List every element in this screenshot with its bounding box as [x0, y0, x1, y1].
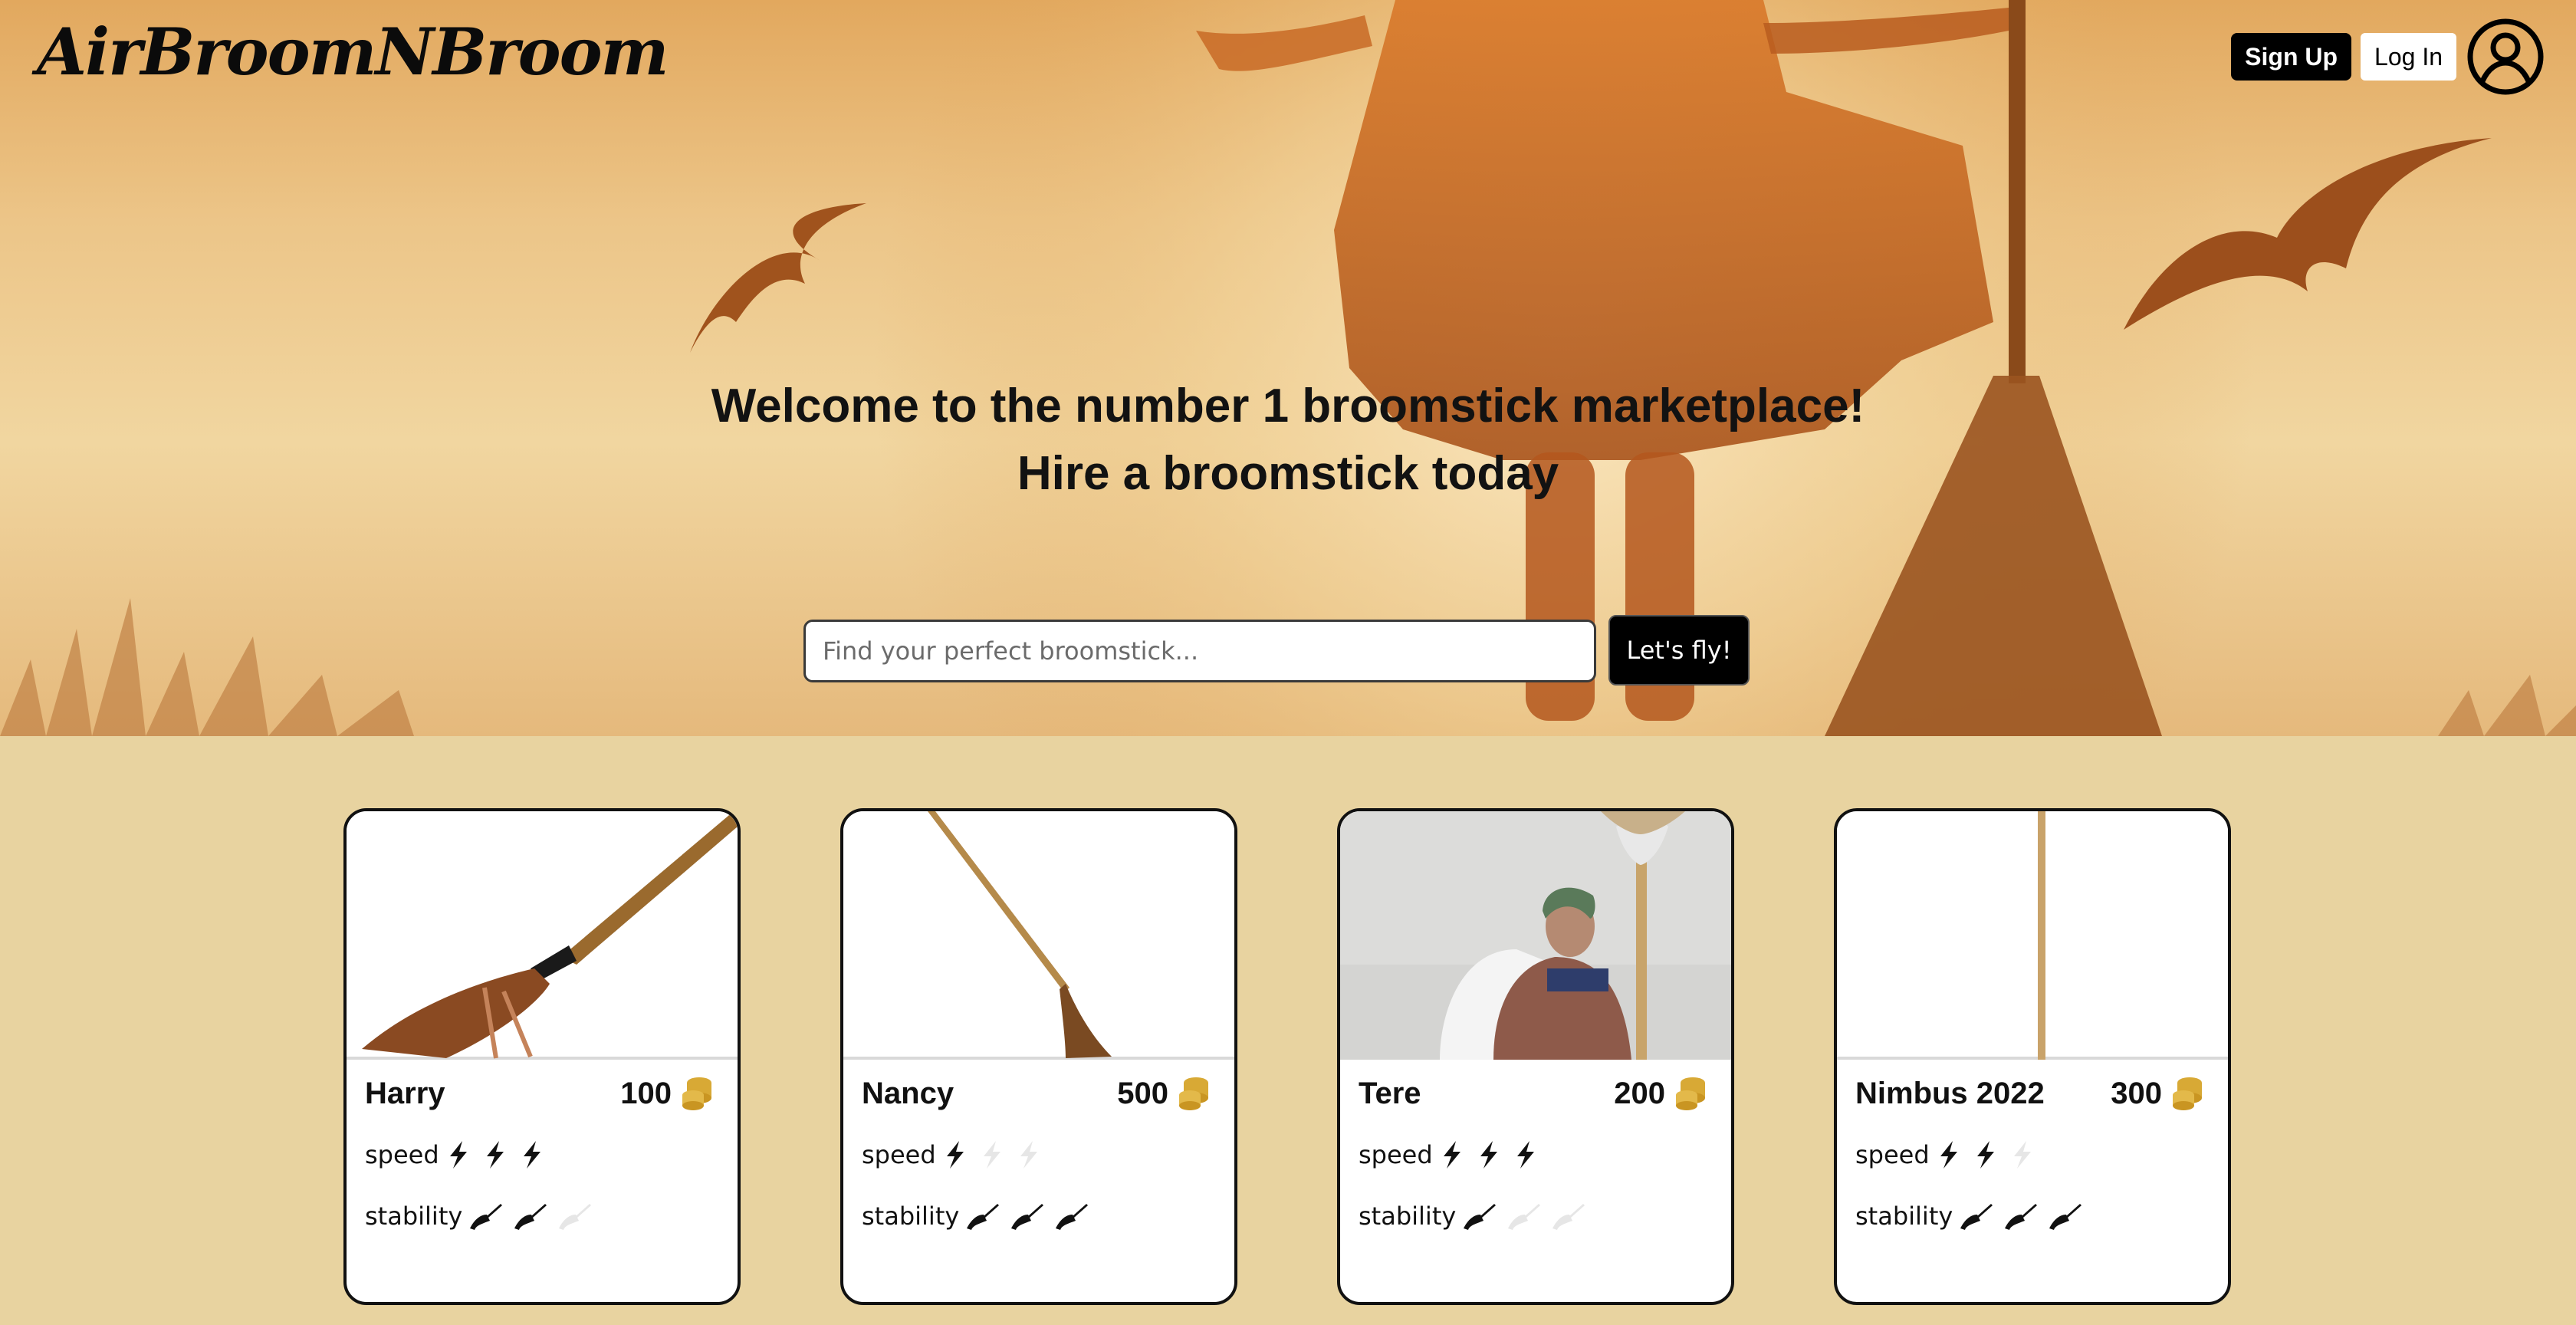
broom-icon	[967, 1204, 1000, 1230]
lightning-bolt-icon	[486, 1141, 504, 1169]
listing-card[interactable]: Nimbus 2022 300 speed stability	[1834, 808, 2231, 1305]
lightning-bolt-icon	[1020, 1141, 1037, 1169]
coins-icon	[1179, 1077, 1208, 1110]
listing-image	[1837, 811, 2228, 1060]
stability-label: stability	[862, 1202, 960, 1231]
lightning-bolt-icon	[523, 1141, 540, 1169]
coins-icon	[2173, 1077, 2202, 1110]
search-button[interactable]: Let's fly!	[1608, 615, 1750, 686]
speed-label: speed	[1359, 1140, 1433, 1169]
stability-label: stability	[1359, 1202, 1457, 1231]
lightning-bolt-icon	[1976, 1141, 1994, 1169]
coins-icon	[1676, 1077, 1705, 1110]
speed-label: speed	[862, 1140, 936, 1169]
stability-rating: stability	[365, 1201, 602, 1231]
broom-icon	[1960, 1204, 1993, 1230]
listing-image	[347, 811, 738, 1060]
broom-icon	[1011, 1204, 1044, 1230]
lightning-bolt-icon	[1516, 1141, 1534, 1169]
broom-icon	[1508, 1204, 1541, 1230]
broom-icon	[2005, 1204, 2038, 1230]
user-circle-icon[interactable]	[2466, 17, 2545, 97]
stability-rating: stability	[1359, 1201, 1595, 1231]
listing-price: 300	[2111, 1077, 2162, 1110]
lightning-bolt-icon	[1480, 1141, 1497, 1169]
listing-card[interactable]: Harry 100 speed stability	[343, 808, 741, 1305]
hero-subheadline: Hire a broomstick today	[1017, 447, 1559, 500]
speed-label: speed	[1855, 1140, 1930, 1169]
site-logo[interactable]: AirBroomNBroom	[37, 14, 669, 90]
speed-label: speed	[365, 1140, 439, 1169]
stability-rating: stability	[1855, 1201, 2092, 1231]
log-in-button[interactable]: Log In	[2361, 33, 2456, 81]
listing-image	[843, 811, 1234, 1060]
broom-icon	[2049, 1204, 2082, 1230]
speed-rating: speed	[1855, 1139, 2046, 1170]
listing-price: 500	[1117, 1077, 1168, 1110]
search-input[interactable]	[803, 620, 1596, 682]
listing-name: Tere	[1359, 1077, 1421, 1110]
sign-up-button[interactable]: Sign Up	[2231, 33, 2352, 81]
listing-price: 100	[620, 1077, 672, 1110]
broom-icon	[1552, 1204, 1585, 1230]
stability-label: stability	[1855, 1202, 1953, 1231]
speed-rating: speed	[1359, 1139, 1549, 1170]
lightning-bolt-icon	[946, 1141, 964, 1169]
listing-name: Nimbus 2022	[1855, 1077, 2045, 1110]
broom-icon	[1056, 1204, 1089, 1230]
speed-rating: speed	[365, 1139, 556, 1170]
lightning-bolt-icon	[983, 1141, 1001, 1169]
stability-label: stability	[365, 1202, 463, 1231]
lightning-bolt-icon	[2013, 1141, 2031, 1169]
lightning-bolt-icon	[449, 1141, 467, 1169]
listing-card[interactable]: Tere 200 speed stability	[1337, 808, 1734, 1305]
hero-headline: Welcome to the number 1 broomstick marke…	[711, 380, 1865, 432]
broom-icon	[514, 1204, 547, 1230]
listing-image	[1340, 811, 1731, 1060]
listing-card[interactable]: Nancy 500 speed stability	[840, 808, 1237, 1305]
lightning-bolt-icon	[1940, 1141, 1957, 1169]
listing-price: 200	[1614, 1077, 1665, 1110]
top-nav: Sign Up Log In	[2231, 17, 2545, 97]
broom-icon	[1464, 1204, 1497, 1230]
stability-rating: stability	[862, 1201, 1099, 1231]
broom-icon	[470, 1204, 503, 1230]
listing-name: Nancy	[862, 1077, 955, 1110]
coins-icon	[682, 1077, 711, 1110]
lightning-bolt-icon	[1443, 1141, 1460, 1169]
broom-icon	[559, 1204, 592, 1230]
listing-name: Harry	[365, 1077, 445, 1110]
speed-rating: speed	[862, 1139, 1053, 1170]
